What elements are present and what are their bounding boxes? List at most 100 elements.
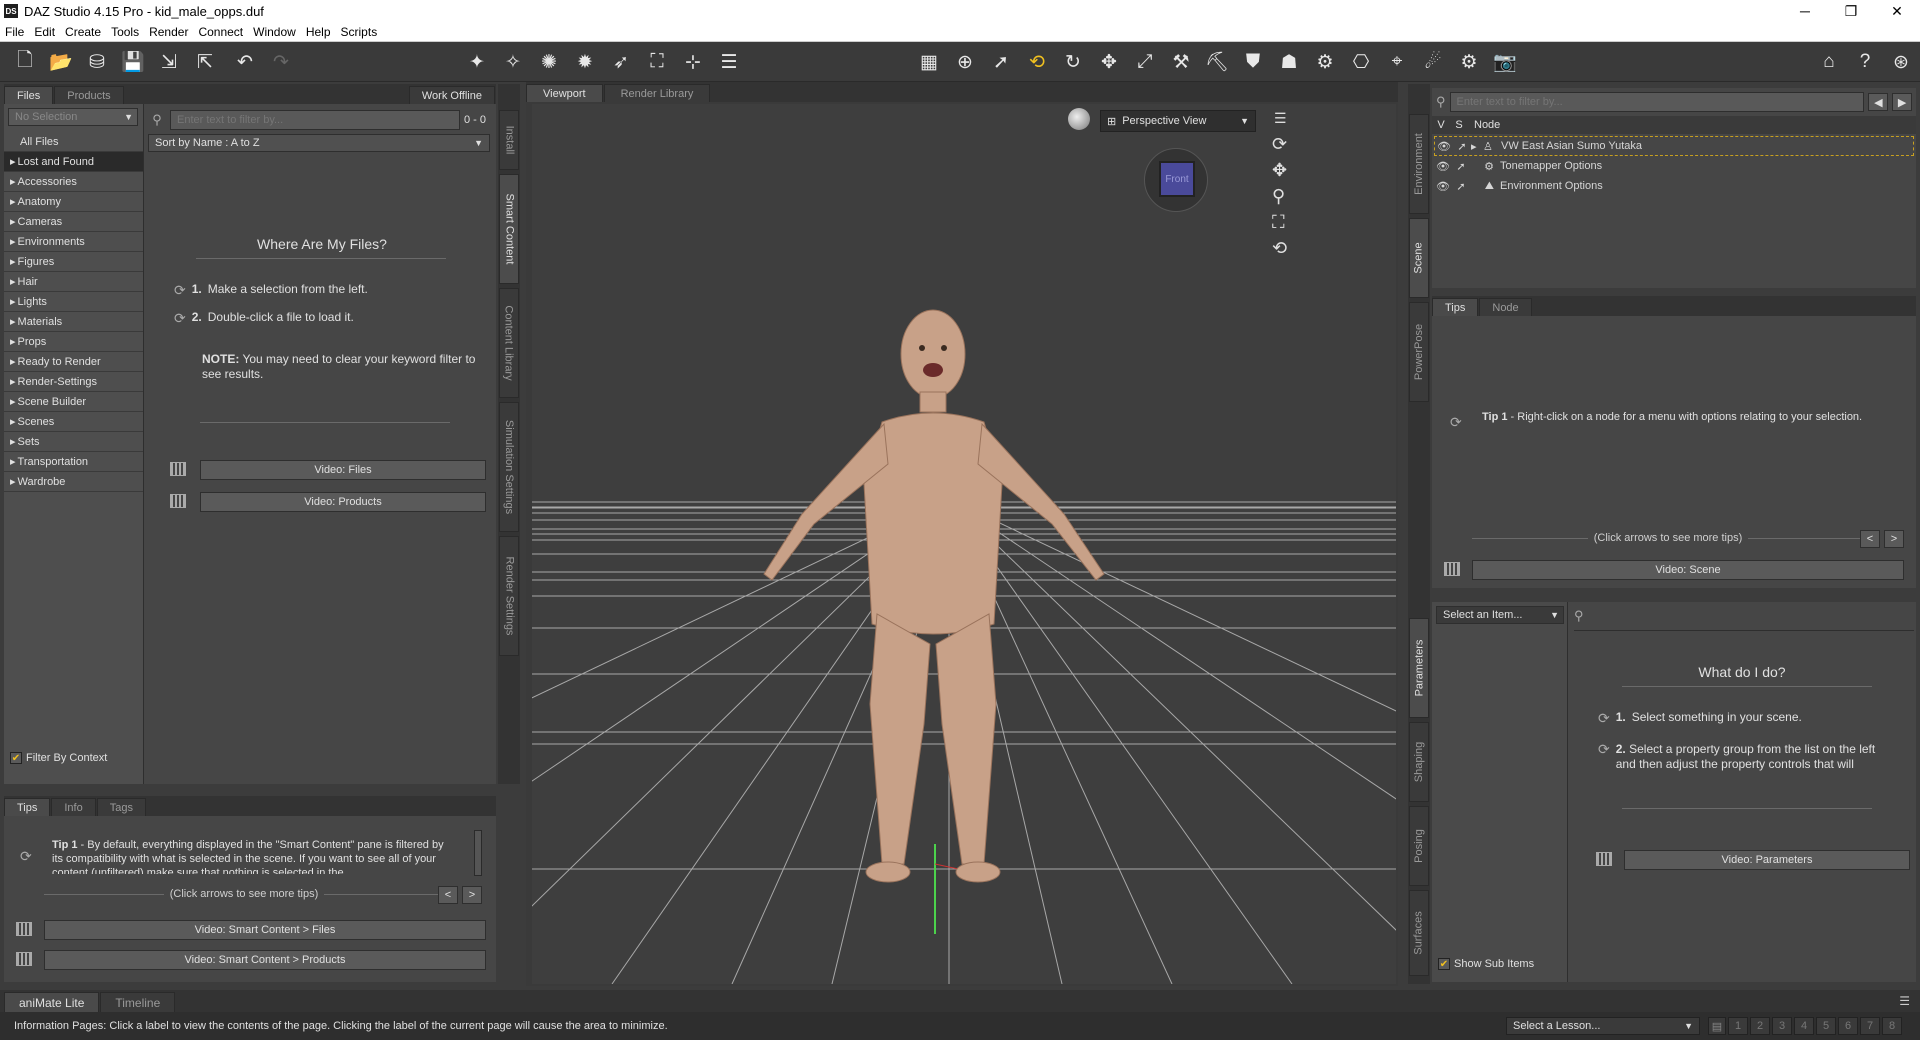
expand-arrow-icon[interactable]: ▸ [10, 355, 16, 368]
active-pose-icon[interactable]: ☄ [1420, 50, 1446, 74]
scene-forward-icon[interactable]: ▶ [1892, 93, 1912, 111]
bottom-menu-icon[interactable]: ☰ [1899, 994, 1910, 1008]
tab-install[interactable]: Install [499, 110, 519, 170]
undo-icon[interactable]: ↶ [232, 50, 258, 74]
expand-arrow-icon[interactable]: ▸ [10, 195, 16, 208]
cursor-icon[interactable]: ➚ [1452, 180, 1470, 193]
weight-map-icon[interactable]: ☗ [1276, 50, 1302, 74]
expand-arrow-icon[interactable]: ▸ [10, 175, 16, 188]
tab-tips[interactable]: Tips [4, 798, 51, 816]
tab-posing[interactable]: Posing [1409, 806, 1429, 886]
category-item[interactable]: ▸ Props [4, 332, 143, 352]
viewport-menu-icon[interactable]: ☰ [1274, 110, 1287, 127]
restore-button[interactable]: ❐ [1828, 0, 1874, 22]
category-item[interactable]: ▸ Materials [4, 312, 143, 332]
expand-arrow-icon[interactable]: ▸ [10, 215, 16, 228]
geometry-editor-icon[interactable]: ⛏ [1204, 50, 1230, 74]
filter-context-checkbox[interactable]: ✔ [10, 752, 22, 764]
expand-arrow-icon[interactable]: ▸ [10, 415, 16, 428]
category-item[interactable]: ▸ Scenes [4, 412, 143, 432]
camera-icon[interactable]: ⎔ [1348, 50, 1374, 74]
next-tip-button[interactable]: > [462, 886, 482, 904]
export-icon[interactable]: ⇱ [192, 50, 218, 74]
lesson-page-button[interactable]: 8 [1882, 1017, 1902, 1035]
video-scene-button[interactable]: Video: Scene [1472, 560, 1904, 580]
category-item[interactable]: ▸ Figures [4, 252, 143, 272]
selection-dropdown[interactable]: No Selection ▼ [8, 108, 138, 126]
select-tool-icon[interactable]: ➚ [988, 50, 1014, 74]
tab-smart-content[interactable]: Smart Content [499, 174, 519, 284]
video-smart-products-button[interactable]: Video: Smart Content > Products [44, 950, 486, 970]
lesson-page-button[interactable]: 7 [1860, 1017, 1880, 1035]
prev-tip-button[interactable]: < [438, 886, 458, 904]
lesson-page-button[interactable]: 2 [1750, 1017, 1770, 1035]
expand-arrow-icon[interactable]: ▸ [10, 295, 16, 308]
merge-icon[interactable]: ⛁ [84, 50, 110, 74]
reset-view-icon[interactable]: ⟲ [1272, 238, 1287, 259]
work-offline-button[interactable]: Work Offline [408, 86, 495, 104]
item-select-dropdown[interactable]: Select an Item... ▼ [1436, 606, 1564, 624]
cursor-icon[interactable]: ➚ [1453, 140, 1471, 153]
category-item[interactable]: ▸ Scene Builder [4, 392, 143, 412]
cube-front-face[interactable]: Front [1159, 161, 1195, 197]
category-item[interactable]: ▸ Environments [4, 232, 143, 252]
expand-arrow-icon[interactable]: ▸ [10, 335, 16, 348]
tab-shaping[interactable]: Shaping [1409, 722, 1429, 802]
category-item[interactable]: ▸ Cameras [4, 212, 143, 232]
menu-edit[interactable]: Edit [29, 25, 60, 39]
lesson-grid-icon[interactable]: ▤ [1708, 1017, 1726, 1035]
category-item[interactable]: ▸ Accessories [4, 172, 143, 192]
lesson-dropdown[interactable]: Select a Lesson... ▼ [1506, 1017, 1700, 1035]
category-item[interactable]: ▸ Hair [4, 272, 143, 292]
expand-arrow-icon[interactable]: ▸ [10, 475, 16, 488]
expand-arrow-icon[interactable]: ▸ [10, 275, 16, 288]
category-item[interactable]: ▸ Anatomy [4, 192, 143, 212]
lesson-page-button[interactable]: 3 [1772, 1017, 1792, 1035]
lesson-page-button[interactable]: 4 [1794, 1017, 1814, 1035]
daz-connect-icon[interactable]: ⌂ [1816, 50, 1842, 74]
scene-prev-tip-button[interactable]: < [1860, 530, 1880, 548]
create-light-icon[interactable]: ✧ [500, 50, 526, 74]
expand-arrow-icon[interactable]: ▸ [1471, 140, 1483, 153]
expand-arrow-icon[interactable]: ▸ [10, 155, 16, 168]
minimize-button[interactable]: ─ [1782, 0, 1828, 22]
create-spot-icon[interactable]: ✺ [536, 50, 562, 74]
expand-arrow-icon[interactable]: ▸ [10, 395, 16, 408]
tab-tags[interactable]: Tags [96, 798, 146, 816]
eye-icon[interactable]: 👁 [1434, 160, 1452, 173]
expand-arrow-icon[interactable]: ▸ [10, 375, 16, 388]
expand-arrow-icon[interactable]: ▸ [10, 435, 16, 448]
menu-help[interactable]: Help [301, 25, 336, 39]
view-dropdown[interactable]: ⊞ Perspective View ▼ [1100, 110, 1256, 132]
expand-arrow-icon[interactable]: ▸ [10, 235, 16, 248]
tab-animate-lite[interactable]: aniMate Lite [4, 992, 100, 1012]
create-figure-icon[interactable]: ✦ [464, 50, 490, 74]
tab-scene[interactable]: Scene [1409, 218, 1429, 298]
tab-powerpose[interactable]: PowerPose [1409, 302, 1429, 402]
lesson-page-button[interactable]: 5 [1816, 1017, 1836, 1035]
category-item[interactable]: ▸ Ready to Render [4, 352, 143, 372]
expand-arrow-icon[interactable]: ▸ [10, 455, 16, 468]
close-button[interactable]: ✕ [1874, 0, 1920, 22]
draw-style-icon[interactable] [1068, 108, 1090, 130]
video-parameters-button[interactable]: Video: Parameters [1624, 850, 1910, 870]
save-icon[interactable]: 💾 [120, 50, 146, 74]
lesson-page-button[interactable]: 1 [1728, 1017, 1748, 1035]
video-products-button[interactable]: Video: Products [200, 492, 486, 512]
menu-tools[interactable]: Tools [106, 25, 144, 39]
tab-render-library[interactable]: Render Library [603, 84, 711, 102]
category-item[interactable]: ▸ Lights [4, 292, 143, 312]
pan-icon[interactable]: ✥ [1272, 160, 1287, 181]
zoom-icon[interactable]: ⚲ [1272, 186, 1285, 207]
sort-dropdown[interactable]: Sort by Name : A to Z ▼ [148, 134, 490, 152]
create-point-icon[interactable]: ✹ [572, 50, 598, 74]
menu-window[interactable]: Window [248, 25, 301, 39]
category-item[interactable]: ▸ Lost and Found [4, 152, 143, 172]
video-files-button[interactable]: Video: Files [200, 460, 486, 480]
orbit-icon[interactable]: ⟳ [1272, 134, 1287, 155]
scene-node-row[interactable]: 👁 ➚ ⚙ Tonemapper Options [1432, 156, 1916, 176]
tip-scrollbar[interactable] [474, 830, 482, 876]
menu-render[interactable]: Render [144, 25, 193, 39]
tab-timeline[interactable]: Timeline [100, 992, 176, 1012]
tab-render-settings[interactable]: Render Settings [499, 536, 519, 656]
